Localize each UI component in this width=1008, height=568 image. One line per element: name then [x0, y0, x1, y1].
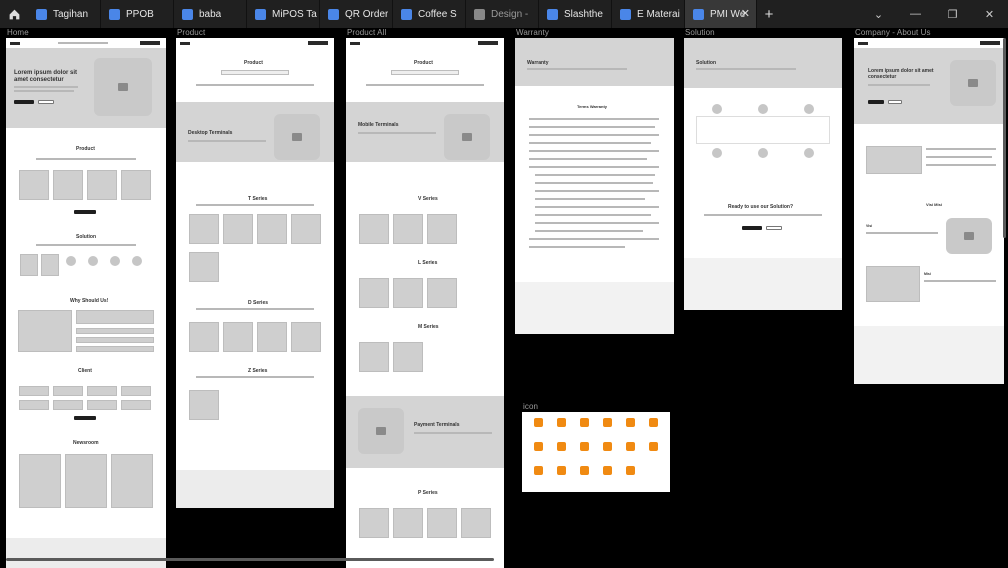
tab-label: baba	[199, 8, 222, 20]
frame-product[interactable]: Product Desktop Terminals T Series D Ser…	[176, 38, 334, 508]
solution-title: Solution	[696, 60, 716, 66]
tab-favicon-icon	[36, 8, 47, 20]
chevron-down-icon[interactable]: ⌄	[860, 8, 897, 21]
frame-icon[interactable]	[522, 412, 670, 492]
browser-tab[interactable]: Coffee S	[393, 0, 466, 28]
tab-favicon-icon	[547, 8, 558, 20]
home-product-title: Product	[76, 146, 95, 152]
new-tab-button[interactable]: +	[757, 6, 781, 23]
browser-tab[interactable]: QR Order	[320, 0, 393, 28]
tab-label: Tagihan	[53, 8, 89, 20]
product-z-series: Z Series	[248, 368, 268, 374]
tab-favicon-icon	[401, 8, 412, 20]
home-why-title: Why Should Us!	[70, 298, 109, 304]
frame-label-home[interactable]: Home	[7, 28, 29, 37]
warranty-terms-title: Terms Warranty	[577, 104, 608, 109]
browser-tab-bar: Tagihan PPOB baba MiPOS Ta QR Order Coffee S D…	[0, 0, 1008, 28]
product-all-mobile-title: Mobile Terminals	[358, 122, 399, 128]
home-newsroom-title: Newsroom	[73, 440, 99, 446]
tab-favicon-icon	[255, 8, 266, 20]
browser-tab[interactable]: PPOB	[101, 0, 174, 28]
product-page-title: Product	[244, 60, 263, 66]
restore-icon[interactable]: ❐	[934, 8, 971, 21]
home-hero-title: Lorem ipsum dolor sit amet consectetur	[14, 70, 78, 83]
tab-label: PPOB	[126, 8, 154, 20]
tab-label: Coffee S	[418, 8, 457, 20]
frame-solution[interactable]: Solution Ready to use our Solution?	[684, 38, 842, 310]
close-window-icon[interactable]: ✕	[971, 8, 1008, 21]
home-solution-title: Solution	[76, 234, 96, 240]
tab-label: MiPOS Ta	[272, 8, 317, 20]
frame-label-product-all[interactable]: Product All	[347, 28, 386, 37]
warranty-title: Warranty	[527, 60, 549, 66]
tab-label: E Materai	[637, 8, 680, 20]
home-client-title: Client	[78, 368, 92, 374]
horizontal-scrollbar[interactable]	[6, 558, 494, 561]
solution-ready-title: Ready to use our Solution?	[728, 204, 794, 210]
tab-label: Slashthe	[564, 8, 603, 20]
company-hero-title: Lorem ipsum dolor sit amet consectetur	[868, 68, 934, 80]
frame-label-warranty[interactable]: Warranty	[516, 28, 549, 37]
browser-tab[interactable]: Design -	[466, 0, 539, 28]
company-misi: Misi	[924, 272, 931, 276]
browser-tab[interactable]: E Materai	[612, 0, 685, 28]
tab-favicon-icon	[109, 8, 120, 20]
design-canvas[interactable]: Home Lorem ipsum dolor sit amet consecte…	[0, 28, 1008, 568]
product-t-series: T Series	[248, 196, 268, 202]
browser-tab[interactable]: baba	[174, 0, 247, 28]
product-all-p-series: P Series	[418, 490, 438, 496]
frame-label-product[interactable]: Product	[177, 28, 205, 37]
product-all-l-series: L Series	[418, 260, 438, 266]
product-desktop-title: Desktop Terminals	[188, 130, 233, 136]
tab-label: Design -	[491, 8, 529, 20]
company-visi-misi: Visi Misi	[926, 202, 942, 207]
tab-favicon-icon	[328, 8, 339, 20]
vertical-scrollbar[interactable]	[1003, 38, 1006, 238]
frame-product-all[interactable]: Product Mobile Terminals V Series L Seri…	[346, 38, 504, 568]
browser-tab[interactable]: PMI We ✕	[685, 0, 757, 28]
frame-label-icon[interactable]: icon	[523, 402, 538, 411]
frame-label-company[interactable]: Company - About Us	[855, 28, 931, 37]
tab-favicon-icon	[693, 8, 704, 20]
frame-warranty[interactable]: Warranty Terms Warranty	[515, 38, 674, 334]
tab-label: QR Order	[345, 8, 389, 20]
minimize-icon[interactable]: —	[897, 8, 934, 20]
product-all-page-title: Product	[414, 60, 433, 66]
product-all-v-series: V Series	[418, 196, 438, 202]
product-all-m-series: M Series	[418, 324, 439, 330]
home-icon[interactable]	[0, 0, 28, 28]
tab-favicon-icon	[182, 8, 193, 20]
tab-favicon-icon	[620, 8, 631, 20]
company-visi: Visi	[866, 224, 873, 228]
product-d-series: D Series	[248, 300, 269, 306]
tab-favicon-icon	[474, 8, 485, 20]
frame-label-solution[interactable]: Solution	[685, 28, 715, 37]
frame-company[interactable]: Lorem ipsum dolor sit amet consectetur V…	[854, 38, 1004, 384]
browser-tab[interactable]: MiPOS Ta	[247, 0, 320, 28]
close-tab-icon[interactable]: ✕	[741, 7, 750, 20]
product-all-payment-title: Payment Terminals	[414, 422, 460, 428]
browser-tab[interactable]: Tagihan	[28, 0, 101, 28]
browser-tab[interactable]: Slashthe	[539, 0, 612, 28]
frame-home[interactable]: Lorem ipsum dolor sit amet consectetur P…	[6, 38, 166, 568]
